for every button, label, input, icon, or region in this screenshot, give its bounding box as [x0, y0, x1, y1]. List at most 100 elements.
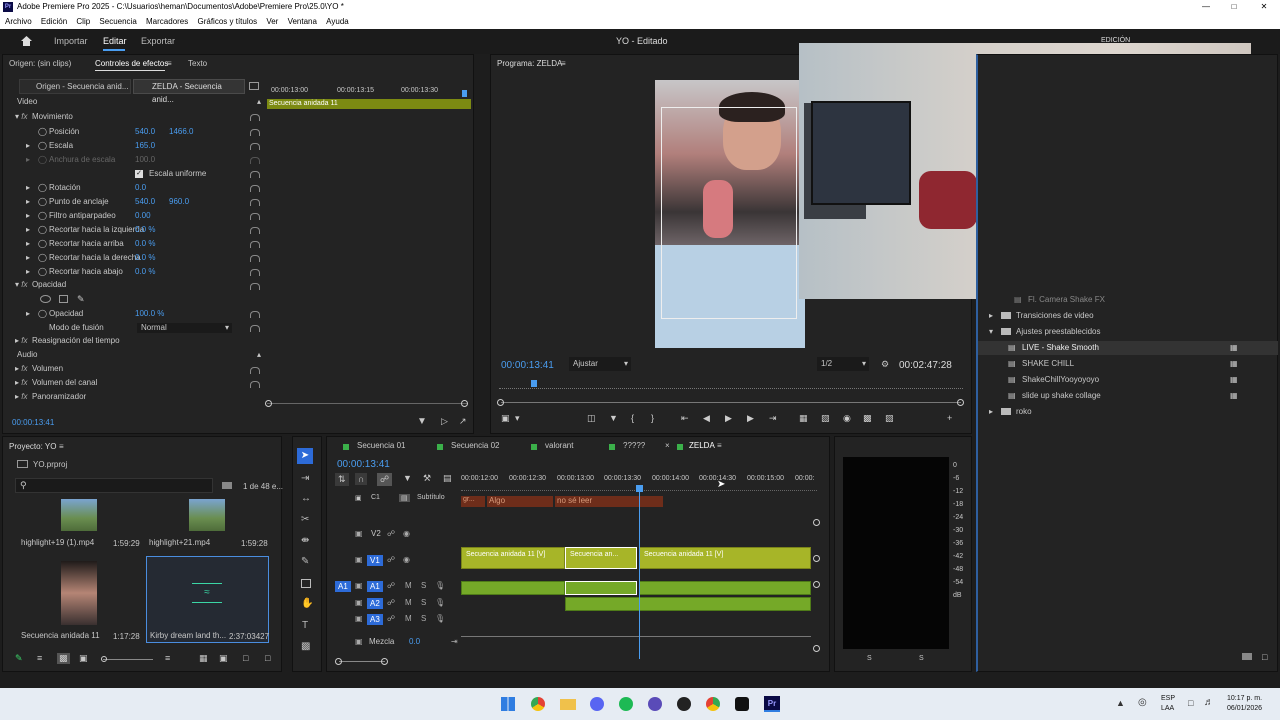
chevron-up-icon[interactable]: ▲ [1116, 698, 1125, 708]
go-to-end-icon[interactable]: ⇥ [451, 637, 458, 646]
captions-icon[interactable]: ▤ [443, 473, 452, 484]
lock-icon[interactable]: ▣ [355, 494, 362, 502]
linked-selection-icon[interactable]: ☍ [377, 473, 393, 486]
timeline-scrollbar[interactable] [339, 661, 385, 662]
expand-arrow-icon[interactable]: ▸ [26, 237, 30, 251]
source-patch-a1[interactable]: A1 [335, 581, 351, 592]
stopwatch-icon[interactable]: ◯ [38, 125, 47, 139]
mark-out-icon[interactable]: } [651, 413, 654, 423]
motion-row[interactable]: ▾ fx Movimiento [15, 112, 73, 121]
pencil-icon[interactable]: ✎ [15, 653, 23, 664]
effects-item[interactable]: ▤ LIVE - Shake Smooth ▦ [978, 341, 1278, 355]
mute-button[interactable]: M [405, 598, 412, 607]
zoom-slider[interactable] [103, 659, 153, 660]
property-value-2[interactable]: 960.0 [169, 195, 189, 209]
effects-item[interactable]: ▸ Transiciones de video [978, 309, 1278, 323]
timeline-tab-active[interactable]: ZELDA [689, 441, 715, 450]
clock-time[interactable]: 10:17 p. m. [1227, 695, 1262, 702]
property-value-1[interactable]: 0.00 [135, 209, 151, 223]
lock-icon[interactable]: ▣ [355, 555, 363, 564]
network-icon[interactable]: □ [1188, 698, 1193, 708]
expand-arrow-icon[interactable]: ▸ [26, 209, 30, 223]
menu-marcadores[interactable]: Marcadores [146, 14, 188, 29]
razor-icon[interactable]: ✂ [301, 514, 309, 525]
scroll-handle-right[interactable] [461, 400, 468, 407]
stopwatch-icon[interactable]: ◯ [38, 209, 47, 223]
selection-tool-icon[interactable]: ➤ [297, 448, 313, 464]
stopwatch-icon[interactable]: ◯ [38, 265, 47, 279]
track-select-icon[interactable]: ⇥ [301, 473, 309, 484]
scroll-handle-left[interactable] [335, 658, 342, 665]
expand-arrow-icon[interactable]: ▸ [26, 139, 30, 153]
pen-mask-icon[interactable]: ✎ [77, 294, 85, 305]
solo-channel-right[interactable]: S [919, 655, 924, 662]
expand-arrow-icon[interactable]: ▸ [26, 307, 30, 321]
reset-icon[interactable] [250, 114, 260, 121]
rectangle-mask-icon[interactable] [59, 295, 68, 303]
audio-clip[interactable] [639, 581, 811, 595]
lock-icon[interactable]: ▣ [355, 614, 363, 623]
menu-secuencia[interactable]: Secuencia [99, 14, 136, 29]
icon-view-icon[interactable]: ▩ [57, 653, 70, 664]
property-value-1[interactable]: 0.0 % [135, 223, 155, 237]
property-value-1[interactable]: 0.0 % [135, 265, 155, 279]
microphone-icon[interactable]: 🎙 [435, 614, 445, 623]
stopwatch-icon[interactable]: ◯ [38, 237, 47, 251]
menu-archivo[interactable]: Archivo [5, 14, 32, 29]
tab-text[interactable]: Texto [188, 59, 207, 68]
microphone-icon[interactable]: 🎙 [435, 598, 445, 607]
new-bin-icon[interactable] [222, 482, 232, 489]
menu-edicion[interactable]: Edición [41, 14, 67, 29]
timeline-tab[interactable]: Secuencia 02 [451, 441, 499, 450]
timeline-menu-icon[interactable]: ≡ [717, 441, 722, 450]
close-icon[interactable]: × [665, 441, 670, 450]
property-value-1[interactable]: 165.0 [135, 139, 155, 153]
stopwatch-icon[interactable]: ◯ [38, 139, 47, 153]
property-value-1[interactable]: 540.0 [135, 195, 155, 209]
property-value-2[interactable]: 1466.0 [169, 125, 193, 139]
safe-margins-icon[interactable]: ▣ [501, 413, 510, 424]
solo-button[interactable]: S [421, 598, 426, 607]
add-button-icon[interactable]: + [947, 413, 952, 423]
sync-lock-icon[interactable]: ☍ [387, 598, 395, 607]
reset-icon[interactable] [250, 213, 260, 220]
list-view-icon[interactable]: ≡ [37, 653, 42, 663]
wrench-icon[interactable]: ⚙ [881, 359, 889, 370]
transform-box[interactable] [661, 107, 797, 319]
scroll-handle-right[interactable] [381, 658, 388, 665]
timeline-timecode[interactable]: 00:00:13:41 [337, 459, 390, 470]
filter-icon[interactable]: ▼ [417, 416, 427, 427]
vertical-scroll-handle[interactable] [813, 555, 820, 562]
region[interactable]: LAA [1161, 705, 1174, 712]
lock-icon[interactable]: ▣ [355, 637, 363, 646]
project-item[interactable]: highlight+19 (1).mp4 1:59:29 [11, 497, 140, 553]
language[interactable]: ESP [1161, 695, 1175, 702]
stopwatch-icon[interactable]: ◯ [38, 223, 47, 237]
close-icon[interactable]: ✕ [1254, 0, 1274, 14]
audio-clip[interactable] [461, 581, 565, 595]
reset-icon[interactable] [250, 381, 260, 388]
sort-icon[interactable]: ≡ [165, 653, 170, 663]
ripple-edit-icon[interactable]: ↔ [301, 493, 311, 504]
effects-item[interactable]: ▸ roko [978, 405, 1278, 419]
chrome-icon[interactable] [531, 697, 545, 711]
reset-icon[interactable] [250, 269, 260, 276]
scroll-handle-right[interactable] [957, 399, 964, 406]
nest-icon[interactable]: ⇅ [335, 473, 349, 486]
text-tool-icon[interactable]: T [302, 620, 308, 631]
play-only-audio-icon[interactable]: ▷ [441, 416, 448, 427]
sync-lock-icon[interactable]: ☍ [387, 581, 395, 590]
export-icon[interactable]: ↗ [459, 416, 467, 427]
spotify-icon[interactable] [619, 697, 633, 711]
layout-icon[interactable] [249, 82, 259, 90]
mute-button[interactable]: M [405, 581, 412, 590]
project-menu-icon[interactable]: ≡ [59, 442, 64, 451]
program-time-ruler[interactable] [499, 381, 963, 389]
effects-item[interactable]: ▤ slide up shake collage ▦ [978, 389, 1278, 403]
ellipse-mask-icon[interactable] [40, 295, 51, 303]
stopwatch-icon[interactable]: ◯ [38, 195, 47, 209]
time-remap-row[interactable]: ▸ fx Reasignación del tiempo [15, 336, 120, 345]
trash-icon[interactable]: □ [265, 653, 270, 663]
project-search-input[interactable]: ⚲ [15, 478, 213, 493]
discord-icon[interactable] [590, 697, 604, 711]
